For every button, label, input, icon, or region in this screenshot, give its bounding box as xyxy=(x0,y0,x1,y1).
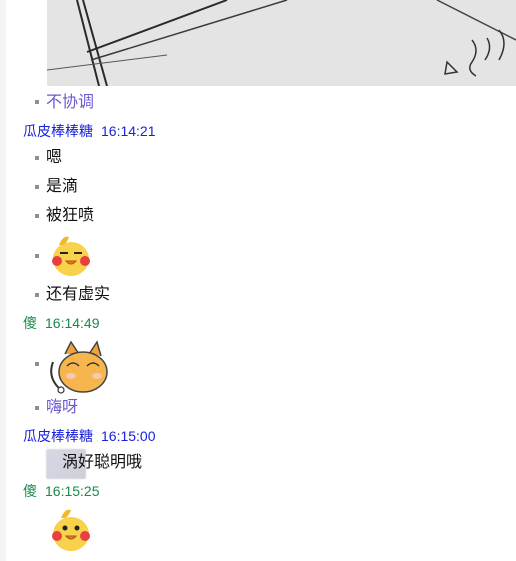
message-header: 傻 16:14:49 xyxy=(23,314,100,332)
sketch-image[interactable] xyxy=(47,0,516,86)
message-bullet xyxy=(35,293,39,297)
timestamp: 16:15:25 xyxy=(45,483,100,499)
timestamp: 16:15:00 xyxy=(101,428,156,444)
message-text[interactable]: 是滴 xyxy=(46,177,78,197)
message-bullet xyxy=(35,254,39,258)
timestamp: 16:14:49 xyxy=(45,315,100,331)
sender-name[interactable]: 傻 xyxy=(23,483,37,499)
message-bullet xyxy=(35,185,39,189)
message-text[interactable]: 还有虚实 xyxy=(46,285,110,305)
message-bullet xyxy=(35,156,39,160)
left-border xyxy=(0,0,6,561)
message-text[interactable]: 涡好聪明哦 xyxy=(62,453,142,473)
message-bullet xyxy=(35,362,39,366)
message-bullet xyxy=(35,406,39,410)
timestamp: 16:14:21 xyxy=(101,123,156,139)
message-bullet xyxy=(35,100,39,104)
message-bullet xyxy=(35,214,39,218)
message-text[interactable]: 被狂喷 xyxy=(46,206,94,226)
sender-name[interactable]: 瓜皮棒棒糖 xyxy=(23,123,93,139)
message-header: 傻 16:15:25 xyxy=(23,482,100,500)
sender-name[interactable]: 傻 xyxy=(23,315,37,331)
sender-name[interactable]: 瓜皮棒棒糖 xyxy=(23,428,93,444)
message-text[interactable]: 嗨呀 xyxy=(46,398,78,418)
message-text[interactable]: 不协调 xyxy=(46,93,94,113)
message-text[interactable]: 嗯 xyxy=(46,148,62,168)
message-header: 瓜皮棒棒糖 16:15:00 xyxy=(23,427,156,445)
message-header: 瓜皮棒棒糖 16:14:21 xyxy=(23,122,156,140)
orange-cat-sticker-icon[interactable] xyxy=(47,340,109,399)
yellow-duck-sticker-icon[interactable] xyxy=(47,506,95,559)
yellow-duck-sticker-icon[interactable] xyxy=(47,231,95,284)
